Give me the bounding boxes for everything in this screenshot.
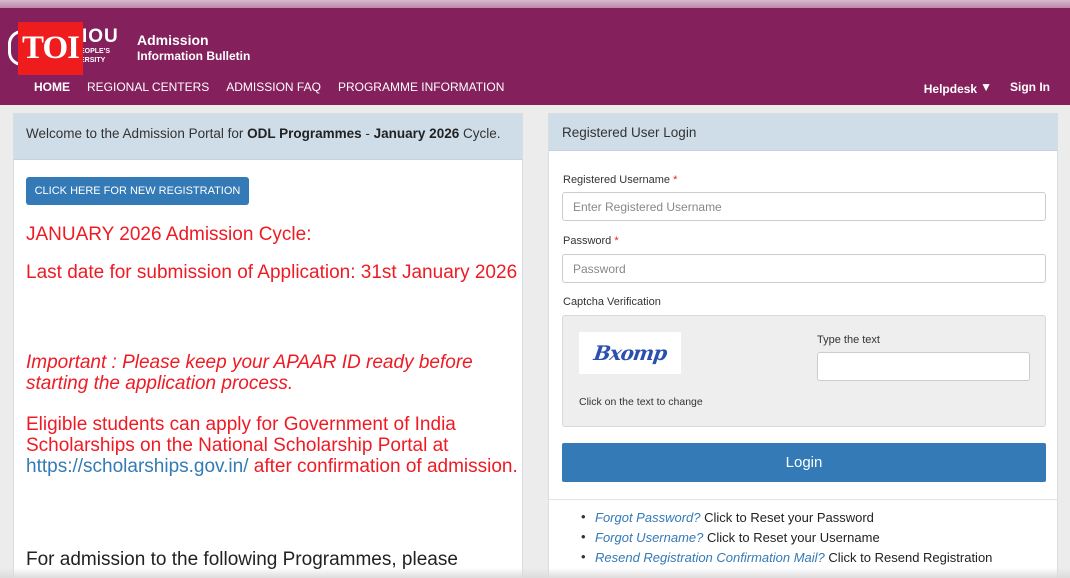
welcome-heading: Welcome to the Admission Portal for ODL …	[14, 114, 522, 160]
nav-programme-information[interactable]: PROGRAMME INFORMATION	[338, 80, 504, 94]
captcha-label: Captcha Verification	[563, 296, 661, 308]
sign-in-link[interactable]: Sign In	[1010, 80, 1050, 96]
login-panel: Registered User Login Registered Usernam…	[548, 113, 1058, 578]
login-button[interactable]: Login	[562, 443, 1046, 482]
list-item: Forgot Username? Click to Reset your Use…	[581, 529, 992, 550]
captcha-box: Bxomp Type the text Click on the text to…	[562, 315, 1046, 427]
login-heading: Registered User Login	[549, 114, 1057, 151]
helpdesk-dropdown[interactable]: Helpdesk ▼	[924, 80, 992, 96]
logo-text: IOU	[82, 26, 119, 47]
username-label: Registered Username *	[563, 174, 677, 186]
captcha-text: Bxomp	[592, 341, 668, 365]
captcha-hint: Click on the text to change	[579, 396, 703, 408]
required-mark: *	[673, 174, 678, 186]
top-strip	[0, 0, 1070, 8]
welcome-cycle: January 2026	[373, 126, 460, 141]
apaar-notice: Important : Please keep your APAAR ID re…	[26, 352, 473, 394]
site-header: IOU EOPLE'S ERSITY TOI Admission Informa…	[0, 8, 1070, 105]
nav-home[interactable]: HOME	[34, 80, 70, 94]
list-item: Forgot Password? Click to Reset your Pas…	[581, 509, 992, 530]
scholarship-suffix: after confirmation of admission.	[248, 456, 518, 477]
password-input[interactable]	[562, 254, 1046, 283]
welcome-prefix: Welcome to the Admission Portal for	[26, 126, 248, 141]
brand-title: Admission	[137, 32, 209, 48]
help-links: Forgot Password? Click to Reset your Pas…	[581, 509, 993, 570]
forgot-password-link[interactable]: Forgot Password?	[595, 510, 701, 525]
list-item: Resend Registration Confirmation Mail? C…	[581, 549, 993, 570]
nav-regional-centers[interactable]: REGIONAL CENTERS	[87, 80, 209, 94]
brand-subtitle: Information Bulletin	[137, 49, 251, 63]
password-label: Password *	[563, 235, 619, 247]
username-label-text: Registered Username	[563, 174, 670, 186]
captcha-image[interactable]: Bxomp	[579, 332, 681, 374]
scholarship-link[interactable]: https://scholarships.gov.in/	[26, 456, 248, 477]
divider	[549, 499, 1057, 500]
resend-confirmation-link[interactable]: Resend Registration Confirmation Mail?	[595, 550, 825, 565]
helpdesk-label: Helpdesk	[923, 82, 978, 96]
main-nav: HOME REGIONAL CENTERS ADMISSION FAQ PROG…	[34, 80, 504, 94]
caret-down-icon: ▼	[980, 80, 992, 94]
forgot-username-link[interactable]: Forgot Username?	[595, 530, 703, 545]
info-panel: Welcome to the Admission Portal for ODL …	[13, 113, 523, 578]
username-input[interactable]	[562, 192, 1046, 221]
nav-right: Helpdesk ▼ Sign In	[924, 80, 1050, 96]
welcome-mid: -	[361, 126, 374, 141]
bottom-fade	[0, 568, 1070, 578]
welcome-odl: ODL Programmes	[247, 126, 362, 141]
password-label-text: Password	[563, 235, 612, 247]
cycle-heading: JANUARY 2026 Admission Cycle:	[26, 224, 312, 245]
forgot-username-text: Click to Reset your Username	[703, 530, 880, 545]
required-mark: *	[614, 235, 619, 247]
captcha-input[interactable]	[817, 352, 1030, 381]
toi-watermark-logo: TOI	[18, 22, 83, 75]
resend-confirmation-text: Click to Resend Registration	[824, 550, 993, 565]
logo-line-1: EOPLE'S	[80, 48, 111, 55]
forgot-password-text: Click to Reset your Password	[700, 510, 874, 525]
captcha-type-label: Type the text	[817, 334, 880, 346]
scholarship-prefix: Eligible students can apply for Governme…	[26, 414, 456, 456]
last-date-notice: Last date for submission of Application:…	[26, 262, 518, 283]
logo-line-2: ERSITY	[80, 57, 106, 64]
nav-admission-faq[interactable]: ADMISSION FAQ	[226, 80, 321, 94]
new-registration-button[interactable]: CLICK HERE FOR NEW REGISTRATION	[26, 177, 249, 205]
welcome-suffix: Cycle.	[459, 126, 501, 141]
scholarship-notice: Eligible students can apply for Governme…	[26, 414, 521, 477]
